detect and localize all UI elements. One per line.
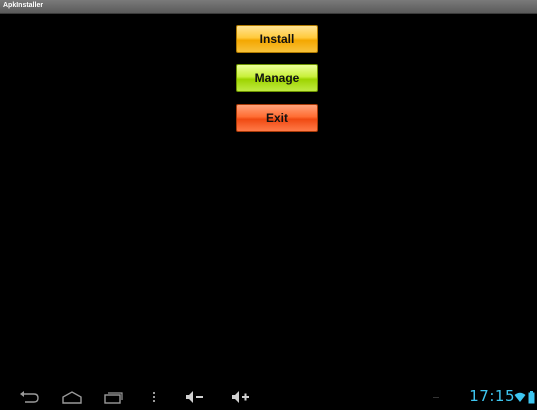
- manage-button[interactable]: Manage: [236, 64, 318, 92]
- install-button[interactable]: Install: [236, 25, 318, 53]
- home-icon[interactable]: [60, 388, 84, 406]
- title-bar: ApkInstaller: [0, 0, 537, 14]
- clock[interactable]: 17:15: [469, 387, 515, 405]
- volume-up-icon[interactable]: [230, 388, 252, 406]
- menu-icon[interactable]: [150, 388, 158, 406]
- volume-down-icon[interactable]: [184, 388, 206, 406]
- wifi-icon: [514, 388, 526, 406]
- back-icon[interactable]: [18, 388, 40, 406]
- recent-apps-icon[interactable]: [102, 388, 124, 406]
- exit-button[interactable]: Exit: [236, 104, 318, 132]
- app-title: ApkInstaller: [3, 2, 44, 9]
- screen: ApkInstaller Install Manage Exit 17:15: [0, 0, 537, 410]
- notification-divider: [432, 388, 440, 406]
- system-navigation-bar: 17:15: [0, 384, 537, 410]
- battery-icon: [528, 388, 535, 406]
